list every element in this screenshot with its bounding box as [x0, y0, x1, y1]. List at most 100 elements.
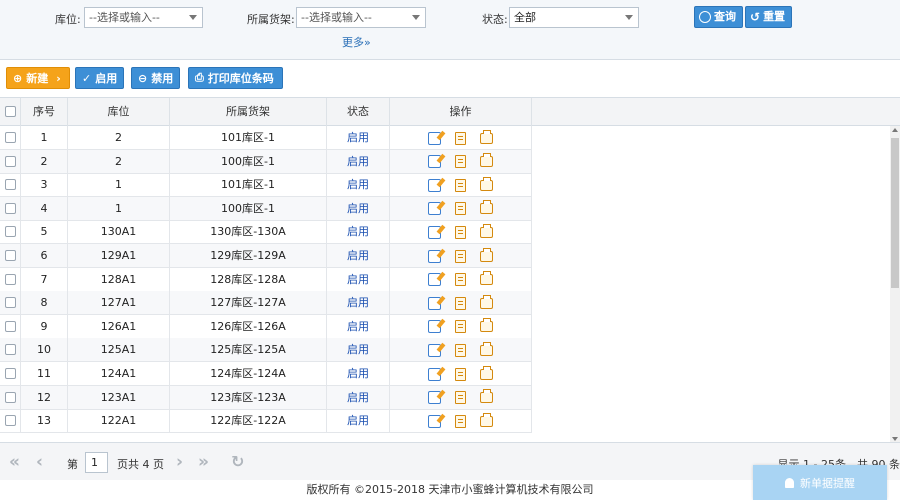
row-checkbox[interactable] — [5, 344, 16, 356]
print-icon[interactable] — [480, 223, 493, 238]
detail-icon[interactable] — [455, 320, 466, 334]
detail-icon[interactable] — [455, 273, 466, 287]
edit-icon[interactable] — [428, 367, 441, 381]
new-button[interactable]: ⊕ 新建 › — [6, 67, 70, 89]
print-icon[interactable] — [480, 389, 493, 404]
query-button[interactable]: 查询 — [694, 6, 743, 28]
detail-icon[interactable] — [455, 367, 466, 381]
table-row[interactable]: 11 124A1 124库区-124A 启用 — [0, 362, 532, 386]
select-all-checkbox[interactable] — [5, 106, 16, 117]
edit-icon[interactable] — [428, 343, 441, 357]
cell-state[interactable]: 启用 — [327, 338, 390, 363]
detail-icon[interactable] — [455, 249, 466, 263]
table-row[interactable]: 4 1 100库区-1 启用 — [0, 196, 532, 221]
print-icon[interactable] — [480, 247, 493, 262]
status-select[interactable]: 全部 — [509, 7, 639, 28]
edit-icon[interactable] — [428, 414, 441, 428]
row-checkbox[interactable] — [5, 391, 16, 403]
edit-icon[interactable] — [428, 320, 441, 334]
edit-icon[interactable] — [428, 202, 441, 216]
scroll-up-icon[interactable] — [892, 128, 898, 132]
reset-button[interactable]: ↺ 重置 — [745, 6, 793, 28]
cell-state[interactable]: 启用 — [327, 385, 390, 410]
edit-icon[interactable] — [428, 131, 441, 145]
scroll-thumb[interactable] — [891, 138, 899, 288]
vertical-scrollbar[interactable] — [890, 126, 900, 442]
row-checkbox[interactable] — [5, 179, 16, 191]
cell-state[interactable]: 启用 — [327, 409, 390, 434]
edit-icon[interactable] — [428, 391, 441, 405]
print-icon[interactable] — [480, 365, 493, 380]
detail-icon[interactable] — [455, 414, 466, 428]
shelf-select[interactable]: --选择或输入-- — [296, 7, 426, 28]
cell-state[interactable]: 启用 — [327, 149, 390, 174]
table-row[interactable]: 7 128A1 128库区-128A 启用 — [0, 267, 532, 292]
table-row[interactable]: 5 130A1 130库区-130A 启用 — [0, 220, 532, 245]
last-page-icon[interactable]: » — [198, 453, 209, 471]
table-row[interactable]: 13 122A1 122库区-122A 启用 — [0, 409, 532, 434]
row-checkbox[interactable] — [5, 297, 16, 309]
detail-icon[interactable] — [455, 225, 466, 239]
detail-icon[interactable] — [455, 202, 466, 216]
cell-state[interactable]: 启用 — [327, 173, 390, 198]
print-icon[interactable] — [480, 271, 493, 286]
row-checkbox[interactable] — [5, 273, 16, 285]
print-icon[interactable] — [480, 318, 493, 333]
print-icon[interactable] — [480, 129, 493, 144]
enable-button[interactable]: ✓ 启用 — [75, 67, 125, 89]
table-row[interactable]: 12 123A1 123库区-123A 启用 — [0, 385, 532, 410]
page-number-input[interactable]: 1 — [85, 452, 108, 473]
cell-state[interactable]: 启用 — [327, 314, 390, 339]
print-icon[interactable] — [480, 341, 493, 356]
cell-state[interactable]: 启用 — [327, 291, 390, 316]
row-checkbox[interactable] — [5, 132, 16, 143]
row-checkbox[interactable] — [5, 250, 16, 261]
print-barcode-button[interactable]: ⎙ 打印库位条码 — [188, 67, 283, 89]
table-row[interactable]: 3 1 101库区-1 启用 — [0, 173, 532, 198]
cell-state[interactable]: 启用 — [327, 267, 390, 292]
cell-state[interactable]: 启用 — [327, 244, 390, 268]
cell-state[interactable]: 启用 — [327, 362, 390, 386]
cell-state[interactable]: 启用 — [327, 220, 390, 245]
row-checkbox[interactable] — [5, 155, 16, 167]
print-icon[interactable] — [480, 200, 493, 215]
location-select[interactable]: --选择或输入-- — [84, 7, 203, 28]
scroll-down-icon[interactable] — [892, 437, 898, 441]
detail-icon[interactable] — [455, 131, 466, 145]
refresh-icon[interactable]: ↻ — [231, 453, 244, 471]
edit-icon[interactable] — [428, 249, 441, 263]
table-row[interactable]: 8 127A1 127库区-127A 启用 — [0, 291, 532, 316]
cell-state[interactable]: 启用 — [327, 196, 390, 221]
row-checkbox[interactable] — [5, 415, 16, 427]
detail-icon[interactable] — [455, 155, 466, 169]
first-page-icon[interactable]: « — [9, 453, 20, 471]
edit-icon[interactable] — [428, 225, 441, 239]
disable-button[interactable]: ⊖ 禁用 — [131, 67, 181, 89]
more-link[interactable]: 更多» — [342, 34, 371, 50]
edit-icon[interactable] — [428, 178, 441, 192]
next-page-icon[interactable]: › — [176, 453, 183, 471]
print-icon[interactable] — [480, 153, 493, 168]
row-checkbox[interactable] — [5, 226, 16, 238]
table-row[interactable]: 9 126A1 126库区-126A 启用 — [0, 314, 532, 339]
print-icon[interactable] — [480, 412, 493, 427]
edit-icon[interactable] — [428, 155, 441, 169]
table-row[interactable]: 10 125A1 125库区-125A 启用 — [0, 338, 532, 363]
new-document-notice[interactable]: 新单据提醒 — [753, 465, 887, 500]
edit-icon[interactable] — [428, 273, 441, 287]
row-checkbox[interactable] — [5, 320, 16, 332]
row-checkbox[interactable] — [5, 368, 16, 379]
cell-state[interactable]: 启用 — [327, 126, 390, 150]
edit-icon[interactable] — [428, 296, 441, 310]
detail-icon[interactable] — [455, 296, 466, 310]
print-icon[interactable] — [480, 294, 493, 309]
print-icon[interactable] — [480, 176, 493, 191]
table-row[interactable]: 2 2 100库区-1 启用 — [0, 149, 532, 174]
detail-icon[interactable] — [455, 391, 466, 405]
row-checkbox[interactable] — [5, 202, 16, 214]
table-row[interactable]: 6 129A1 129库区-129A 启用 — [0, 244, 532, 268]
prev-page-icon[interactable]: ‹ — [36, 453, 43, 471]
detail-icon[interactable] — [455, 343, 466, 357]
table-row[interactable]: 1 2 101库区-1 启用 — [0, 126, 532, 150]
detail-icon[interactable] — [455, 178, 466, 192]
